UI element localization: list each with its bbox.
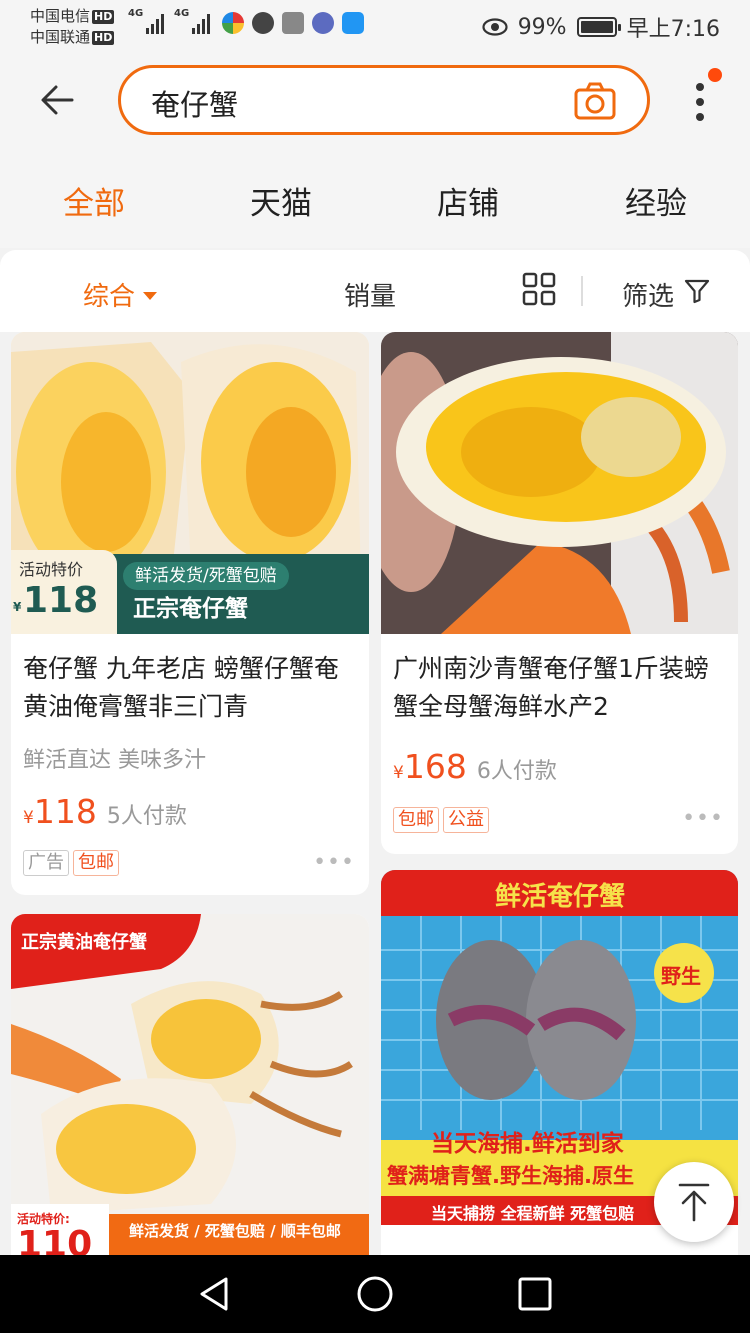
tab-tmall[interactable]: 天猫 xyxy=(206,178,356,223)
camera-icon[interactable] xyxy=(573,81,617,121)
price-value: 168 xyxy=(403,747,467,786)
carrier-2-label: 中国联通 xyxy=(30,28,91,46)
caption-3: 当天捕捞 全程新鲜 死蟹包赔 xyxy=(431,1204,635,1223)
product-image: 鲜活发货/死蟹包赔 正宗奄仔蟹 活动特价 ¥ 118 xyxy=(11,332,369,634)
filter-button[interactable]: 筛选 xyxy=(622,276,674,313)
carrier-info: 中国电信 HD 中国联通 HD xyxy=(30,6,115,48)
badge-price: 118 xyxy=(23,580,99,621)
music-icon xyxy=(312,12,334,34)
nav-back-icon[interactable] xyxy=(194,1273,236,1315)
banner-top-text: 鲜活发货/死蟹包赔 xyxy=(123,562,289,590)
badge-label: 活动特价 xyxy=(19,560,84,579)
caption-2: 蟹满塘青蟹.野生海捕.原生 xyxy=(387,1164,634,1188)
eye-icon xyxy=(482,18,508,36)
hd-badge: HD xyxy=(92,31,115,45)
divider xyxy=(581,276,583,306)
signal-1-icon: 4G xyxy=(128,8,164,34)
caret-down-icon xyxy=(143,292,158,300)
tab-shops[interactable]: 店铺 xyxy=(393,178,543,223)
filter-bar: 综合 销量 筛选 xyxy=(0,250,750,332)
status-right: 99% 早上7:16 xyxy=(482,11,720,43)
network-2-label: 4G xyxy=(174,8,190,19)
free-shipping-tag: 包邮 xyxy=(393,807,439,833)
app-icon xyxy=(342,12,364,34)
filter-label: 筛选 xyxy=(622,282,675,312)
notification-icons xyxy=(222,12,364,34)
wild-badge: 野生 xyxy=(661,964,701,988)
sold-count: 6人付款 xyxy=(476,759,557,784)
app-icon xyxy=(252,12,274,34)
product-subtitle: 鲜活直达 美味多汁 xyxy=(23,748,206,773)
caption-1: 当天海捕.鲜活到家 xyxy=(431,1131,624,1157)
crab-photo xyxy=(381,332,738,634)
image-header: 鲜活奄仔蟹 xyxy=(494,882,625,912)
ad-tag: 广告 xyxy=(23,850,69,876)
currency: ¥ xyxy=(23,808,34,828)
more-menu-button[interactable] xyxy=(688,68,722,129)
promo-badge: 活动特价 ¥ 118 xyxy=(11,550,117,634)
product-image: 正宗黄油奄仔蟹 活动特价: 110 鲜活发货 / 死蟹包赔 / 顺丰包邮 xyxy=(11,914,369,1274)
sort-comprehensive[interactable]: 综合 xyxy=(83,276,158,313)
nav-recents-icon[interactable] xyxy=(514,1273,556,1315)
product-card[interactable]: 正宗黄油奄仔蟹 活动特价: 110 鲜活发货 / 死蟹包赔 / 顺丰包邮 xyxy=(11,914,369,1274)
sold-count: 5人付款 xyxy=(106,804,187,829)
search-query: 奄仔蟹 xyxy=(151,88,239,122)
product-tags: 包邮 公益 xyxy=(393,807,489,833)
hd-badge: HD xyxy=(92,10,115,24)
product-image xyxy=(381,332,738,634)
app-icon xyxy=(282,12,304,34)
product-card[interactable]: 广州南沙青蟹奄仔蟹1斤装螃蟹全母蟹海鲜水产2 ¥168 6人付款 包邮 公益 ••… xyxy=(381,332,738,854)
tab-all[interactable]: 全部 xyxy=(19,178,169,223)
more-options-icon[interactable]: ••• xyxy=(682,806,724,831)
sort-label: 综合 xyxy=(83,282,136,312)
app-icon xyxy=(222,12,244,34)
promo-strip: 鲜活发货 / 死蟹包赔 / 顺丰包邮 xyxy=(129,1222,341,1240)
battery-icon xyxy=(576,17,621,37)
product-grid: 鲜活发货/死蟹包赔 正宗奄仔蟹 活动特价 ¥ 118 奄仔蟹 九年老店 螃蟹仔蟹… xyxy=(0,332,750,1274)
system-nav-bar xyxy=(0,1255,750,1333)
grid-view-icon[interactable] xyxy=(522,272,556,306)
battery-percent: 99% xyxy=(517,14,567,40)
notification-dot xyxy=(708,68,722,82)
product-price: ¥118 5人付款 xyxy=(23,792,187,831)
clock: 早上7:16 xyxy=(626,17,720,42)
corner-title: 正宗黄油奄仔蟹 xyxy=(21,932,147,953)
free-shipping-tag: 包邮 xyxy=(73,850,119,876)
product-title: 广州南沙青蟹奄仔蟹1斤装螃蟹全母蟹海鲜水产2 xyxy=(393,654,709,721)
currency: ¥ xyxy=(393,763,404,783)
product-tags: 广告 包邮 xyxy=(23,850,119,876)
back-arrow-icon[interactable] xyxy=(38,80,78,120)
network-1-label: 4G xyxy=(128,8,144,19)
scroll-to-top-button[interactable] xyxy=(654,1162,734,1242)
sort-sales[interactable]: 销量 xyxy=(344,276,396,313)
funnel-icon[interactable] xyxy=(684,278,710,304)
badge-currency: ¥ xyxy=(13,600,22,614)
search-header: 奄仔蟹 全部 天猫 店铺 经验 xyxy=(0,52,750,248)
price-value: 118 xyxy=(33,792,97,831)
product-card[interactable]: 鲜活发货/死蟹包赔 正宗奄仔蟹 活动特价 ¥ 118 奄仔蟹 九年老店 螃蟹仔蟹… xyxy=(11,332,369,895)
signal-2-icon: 4G xyxy=(174,8,210,34)
status-bar: 中国电信 HD 中国联通 HD 4G 4G 99% 早上7:16 xyxy=(0,0,750,52)
arrow-up-icon xyxy=(678,1183,710,1222)
banner-main-text: 正宗奄仔蟹 xyxy=(133,596,248,622)
product-price: ¥168 6人付款 xyxy=(393,747,557,786)
nav-home-icon[interactable] xyxy=(354,1273,396,1315)
charity-tag: 公益 xyxy=(443,807,489,833)
more-options-icon[interactable]: ••• xyxy=(313,850,355,875)
carrier-1-label: 中国电信 xyxy=(30,7,91,25)
product-title: 奄仔蟹 九年老店 螃蟹仔蟹奄黄油俺膏蟹非三门青 xyxy=(23,654,339,721)
search-input[interactable]: 奄仔蟹 xyxy=(118,65,650,135)
category-tabs: 全部 天猫 店铺 经验 xyxy=(0,178,750,228)
tab-experience[interactable]: 经验 xyxy=(581,178,731,223)
